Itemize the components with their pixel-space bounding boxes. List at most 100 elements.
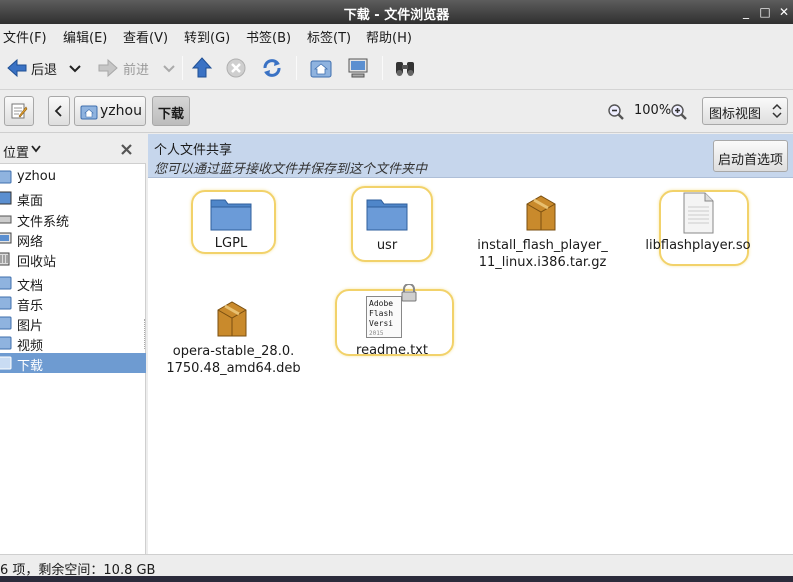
sidebar-item-documents[interactable]: 文档	[0, 273, 146, 294]
launch-preferences-button[interactable]: 启动首选项	[713, 140, 788, 172]
file-name-line2: 11_linux.i386.tar.gz	[478, 255, 607, 270]
folder-icon	[0, 336, 12, 350]
crumb-label: yzhou	[100, 103, 142, 119]
crumb-scroll-left-button[interactable]	[48, 96, 70, 126]
sidebar-item-filesystem[interactable]: 文件系统	[0, 209, 146, 230]
preview-line: 2015	[369, 330, 384, 337]
location-bar: yzhou 下载 100% 图标视图	[0, 91, 793, 133]
menu-file[interactable]: 文件(F)	[3, 27, 47, 46]
file-name: LGPL	[214, 236, 248, 251]
forward-button-label[interactable]: 前进	[123, 59, 149, 78]
preview-line: Adobe	[369, 299, 394, 308]
back-button-label[interactable]: 后退	[31, 59, 57, 78]
edit-location-button[interactable]	[4, 96, 34, 126]
file-view[interactable]: 个人文件共享 您可以通过蓝牙接收文件并保存到这个文件夹中 启动首选项 LGPL …	[144, 134, 793, 554]
menu-bookmarks[interactable]: 书签(B)	[246, 27, 291, 46]
sidebar-item-trash[interactable]: 回收站	[0, 249, 146, 270]
view-mode-value: 图标视图	[709, 107, 762, 122]
menu-tabs[interactable]: 标签(T)	[307, 27, 351, 46]
sidebar-item-label: 文件系统	[17, 215, 70, 230]
zoom-out-icon[interactable]	[607, 103, 625, 121]
banner-title: 个人文件共享	[154, 143, 233, 158]
back-arrow-icon[interactable]	[6, 56, 28, 80]
menu-view[interactable]: 查看(V)	[123, 27, 168, 46]
chevron-down-icon[interactable]	[31, 145, 41, 153]
sidebar-item-desktop[interactable]: 桌面	[0, 188, 146, 209]
file-name: libflashplayer.so	[645, 238, 751, 253]
file-item[interactable]: Adobe Flash Versi 2015 readme.txt	[342, 284, 442, 359]
document-icon	[683, 192, 714, 234]
sidebar-item-pictures[interactable]: 图片	[0, 313, 146, 334]
sidebar-item-videos[interactable]: 视频	[0, 333, 146, 354]
zoom-level: 100%	[634, 103, 672, 118]
search-binoculars-icon[interactable]	[393, 56, 417, 80]
desktop-icon	[0, 191, 12, 205]
back-history-chevron-icon[interactable]	[68, 56, 82, 80]
up-arrow-icon[interactable]	[191, 56, 213, 80]
sidebar-item-home[interactable]: yzhou	[0, 167, 146, 187]
file-item[interactable]: install_flash_player_ 11_linux.i386.tar.…	[470, 190, 615, 270]
screen-bottom-edge	[0, 576, 793, 582]
reload-icon[interactable]	[261, 56, 283, 80]
sidebar-item-label: 回收站	[17, 255, 57, 270]
sidebar-item-label: 视频	[17, 339, 44, 354]
folder-icon	[0, 276, 12, 290]
folder-icon	[366, 199, 408, 231]
sidebar-places-label[interactable]: 位置	[3, 142, 29, 161]
folder-icon	[0, 316, 12, 330]
file-name-line1: opera-stable_28.0.	[172, 344, 295, 359]
file-name: readme.txt	[356, 343, 428, 358]
sidebar: 位置 yzhou 桌面 文件系统 网络 回收站 文档 音乐 图片 视频 下载	[0, 134, 146, 554]
drive-icon	[0, 215, 12, 224]
file-item[interactable]: usr	[342, 190, 432, 260]
maximize-button[interactable]: □	[756, 3, 774, 21]
crumb-yzhou[interactable]: yzhou	[74, 96, 146, 126]
statusbar: 6 项，剩余空间：10.8 GB	[0, 554, 793, 578]
file-name: usr	[376, 238, 398, 253]
close-window-button[interactable]: ✕	[775, 3, 793, 21]
forward-history-chevron-icon[interactable]	[162, 56, 176, 80]
pane-resize-handle[interactable]	[144, 319, 147, 349]
sidebar-item-downloads[interactable]: 下载	[0, 353, 146, 374]
spin-arrows-icon	[772, 103, 782, 119]
sidebar-header: 位置	[0, 134, 146, 164]
chevron-left-icon	[54, 105, 62, 117]
sidebar-item-label: 下载	[17, 359, 44, 374]
crumb-downloads[interactable]: 下载	[152, 96, 190, 126]
menu-go[interactable]: 转到(G)	[184, 27, 230, 46]
file-item[interactable]: libflashplayer.so	[642, 190, 754, 260]
preview-line: Versi	[369, 319, 394, 328]
sidebar-item-label: yzhou	[17, 169, 56, 184]
sidebar-item-label: 图片	[17, 319, 44, 334]
sidebar-item-label: 文档	[17, 279, 44, 294]
file-item[interactable]: LGPL	[186, 190, 276, 260]
toolbar-separator	[382, 56, 383, 80]
launch-preferences-label: 启动首选项	[718, 153, 784, 168]
file-item[interactable]: opera-stable_28.0. 1750.48_amd64.deb	[166, 296, 301, 376]
crumb-label: 下载	[158, 107, 185, 122]
archive-package-icon	[526, 195, 556, 231]
toolbar: 后退 前进	[0, 46, 793, 90]
menu-edit[interactable]: 编辑(E)	[63, 27, 107, 46]
sidebar-item-music[interactable]: 音乐	[0, 293, 146, 314]
network-icon	[0, 232, 12, 244]
sidebar-item-network[interactable]: 网络	[0, 229, 146, 250]
window-titlebar[interactable]: 下载 - 文件浏览器 _ □ ✕	[0, 0, 793, 24]
close-sidebar-icon[interactable]	[120, 143, 133, 156]
folder-icon	[210, 199, 252, 231]
sharing-banner: 个人文件共享 您可以通过蓝牙接收文件并保存到这个文件夹中 启动首选项	[148, 134, 793, 178]
archive-package-icon	[217, 301, 247, 337]
banner-subtitle: 您可以通过蓝牙接收文件并保存到这个文件夹中	[154, 162, 428, 177]
computer-icon[interactable]	[346, 56, 370, 80]
sidebar-item-label: 桌面	[17, 194, 44, 209]
lock-icon	[401, 284, 417, 302]
stop-icon[interactable]	[225, 56, 247, 80]
menu-help[interactable]: 帮助(H)	[366, 27, 412, 46]
menubar: 文件(F) 编辑(E) 查看(V) 转到(G) 书签(B) 标签(T) 帮助(H…	[0, 24, 793, 46]
home-folder-icon[interactable]	[309, 56, 333, 80]
window-title: 下载 - 文件浏览器	[343, 8, 450, 23]
minimize-button[interactable]: _	[737, 3, 755, 21]
forward-arrow-icon[interactable]	[97, 56, 119, 80]
view-mode-select[interactable]: 图标视图	[702, 97, 788, 125]
zoom-in-icon[interactable]	[670, 103, 688, 121]
